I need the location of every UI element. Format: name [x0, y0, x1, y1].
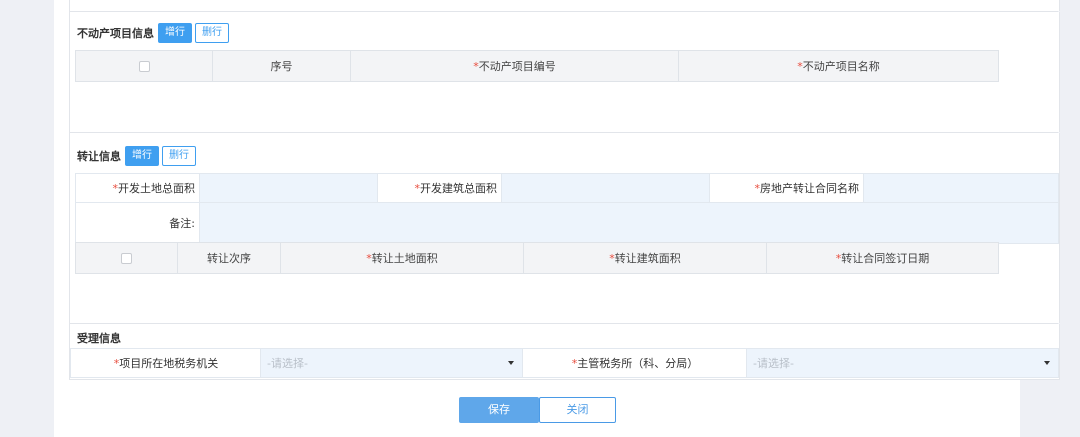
- field-label: *开发建筑总面积: [377, 173, 502, 203]
- column-header: *转让合同签订日期: [766, 242, 999, 274]
- section-title: 不动产项目信息: [77, 27, 154, 40]
- field-label: *项目所在地税务机关: [70, 348, 261, 378]
- branch-select[interactable]: -请选择-: [746, 348, 1059, 378]
- table-header-row: 转让次序 *转让土地面积 *转让建筑面积 *转让合同签订日期: [75, 242, 999, 274]
- real-estate-table: 序号 *不动产项目编号 *不动产项目名称: [75, 50, 999, 82]
- real-estate-section: 不动产项目信息 增行 删行 序号 *不动产项目编号 *不动产项目名称: [69, 12, 1060, 132]
- transfer-form: *开发土地总面积 *开发建筑总面积 *房地产转让合同名称 备注:: [75, 173, 1059, 244]
- table-header-row: 序号 *不动产项目编号 *不动产项目名称: [75, 50, 999, 82]
- select-all-cell[interactable]: [75, 50, 213, 82]
- column-label: 转让合同签订日期: [841, 252, 930, 265]
- select-value: -请选择-: [267, 357, 308, 370]
- remark-label: 备注:: [75, 202, 200, 244]
- contract-name-input[interactable]: [863, 173, 1059, 203]
- close-button[interactable]: 关闭: [539, 397, 616, 423]
- select-all-cell[interactable]: [75, 242, 178, 274]
- delete-row-button[interactable]: 删行: [195, 23, 229, 43]
- acceptance-header: 受理信息: [77, 330, 125, 346]
- column-header: *不动产项目名称: [678, 50, 999, 82]
- section-title: 转让信息: [77, 150, 121, 163]
- remark-input[interactable]: [199, 202, 1059, 244]
- add-row-button[interactable]: 增行: [158, 23, 192, 43]
- column-label: 不动产项目名称: [802, 60, 880, 73]
- column-header: 转让次序: [177, 242, 281, 274]
- column-label: 不动产项目编号: [478, 60, 556, 73]
- column-label: 转让建筑面积: [614, 252, 681, 265]
- page-container: 不动产项目信息 增行 删行 序号 *不动产项目编号 *不动产项目名称 转让信息 …: [54, 0, 1060, 437]
- field-label: *开发土地总面积: [75, 173, 200, 203]
- form-row: *项目所在地税务机关 -请选择- *主管税务所（科、分局） -请选择-: [70, 348, 1059, 378]
- column-header: 序号: [212, 50, 351, 82]
- form-row: 备注:: [75, 202, 1059, 244]
- save-button[interactable]: 保存: [459, 397, 539, 423]
- column-label: 转让土地面积: [371, 252, 438, 265]
- label-text: 主管税务所（科、分局）: [577, 357, 699, 370]
- transfer-header: 转让信息 增行 删行: [77, 146, 196, 166]
- chevron-down-icon: [1044, 361, 1050, 365]
- form-row: *开发土地总面积 *开发建筑总面积 *房地产转让合同名称: [75, 173, 1059, 203]
- field-label: *主管税务所（科、分局）: [522, 348, 747, 378]
- acceptance-section: 受理信息 *项目所在地税务机关 -请选择- *主管税务所（科、分局） -请选择-: [69, 324, 1060, 380]
- column-header: *不动产项目编号: [350, 50, 679, 82]
- label-text: 开发建筑总面积: [420, 182, 497, 195]
- select-all-checkbox[interactable]: [138, 61, 150, 72]
- acceptance-form: *项目所在地税务机关 -请选择- *主管税务所（科、分局） -请选择-: [70, 348, 1059, 378]
- transfer-table: 转让次序 *转让土地面积 *转让建筑面积 *转让合同签订日期: [75, 242, 999, 274]
- delete-row-button[interactable]: 删行: [162, 146, 196, 166]
- label-text: 开发土地总面积: [118, 182, 195, 195]
- real-estate-header: 不动产项目信息 增行 删行: [77, 23, 229, 43]
- section-title: 受理信息: [77, 332, 121, 345]
- select-all-checkbox[interactable]: [121, 253, 132, 264]
- field-label: *房地产转让合同名称: [709, 173, 864, 203]
- add-row-button[interactable]: 增行: [125, 146, 159, 166]
- tax-office-select[interactable]: -请选择-: [260, 348, 523, 378]
- transfer-section: 转让信息 增行 删行 *开发土地总面积 *开发建筑总面积 *房地产转让合同名称 …: [69, 133, 1060, 323]
- column-header: *转让土地面积: [280, 242, 524, 274]
- building-area-input[interactable]: [501, 173, 710, 203]
- land-area-input[interactable]: [199, 173, 378, 203]
- label-text: 项目所在地税务机关: [119, 357, 219, 370]
- chevron-down-icon: [508, 361, 514, 365]
- column-header: *转让建筑面积: [523, 242, 767, 274]
- select-value: -请选择-: [753, 357, 794, 370]
- label-text: 房地产转让合同名称: [760, 182, 859, 195]
- top-panel: [69, 0, 1060, 11]
